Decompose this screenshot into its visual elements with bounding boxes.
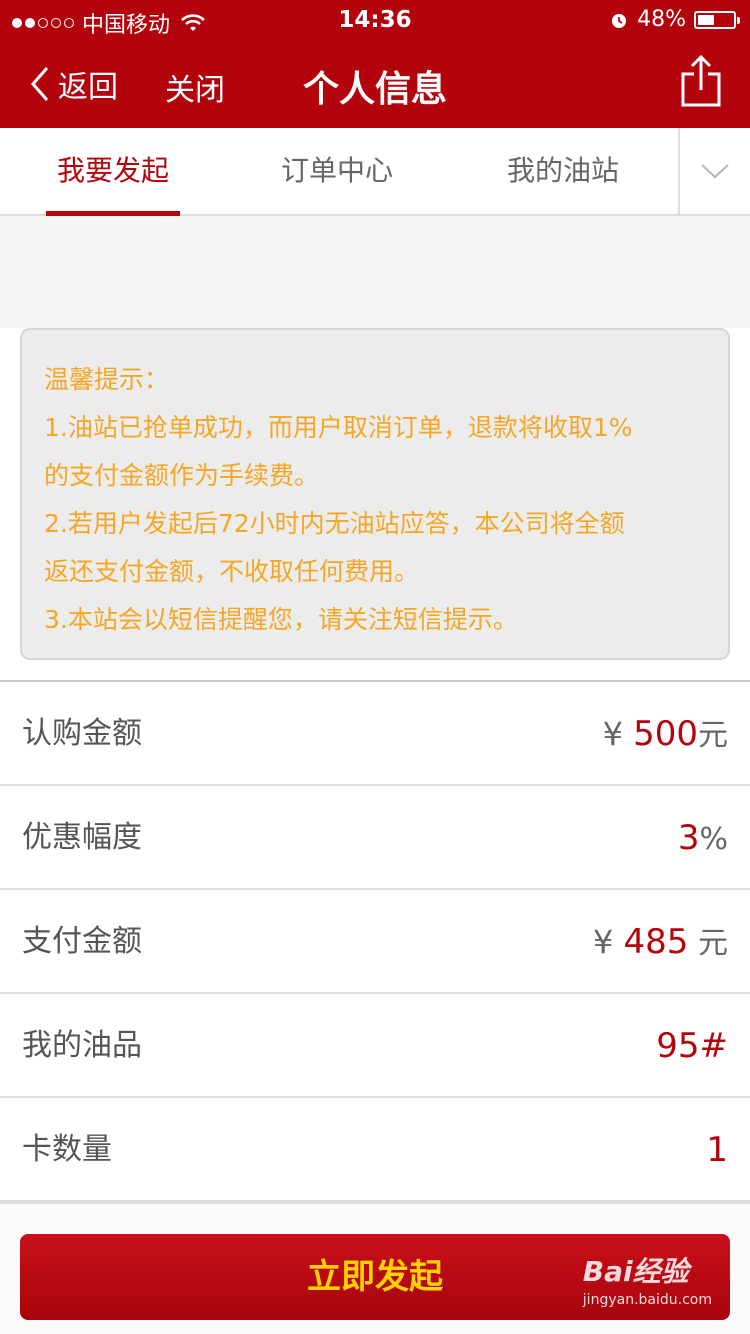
row-label: 优惠幅度: [22, 820, 142, 855]
row-card-quantity[interactable]: 卡数量 1: [0, 1098, 750, 1202]
row-label: 卡数量: [22, 1132, 112, 1167]
payment-number: 485: [623, 922, 689, 962]
row-oil-product[interactable]: 我的油品 95#: [0, 994, 750, 1098]
notice-line: 1.油站已抢单成功，而用户取消订单，退款将收取1%: [44, 413, 633, 442]
discount-unit: %: [699, 822, 728, 857]
close-button[interactable]: 关闭: [165, 65, 225, 109]
submit-button[interactable]: 立即发起: [20, 1234, 730, 1320]
chevron-left-icon: [31, 67, 49, 101]
tab-bar: 我要发起 订单中心 我的油站: [0, 128, 750, 216]
currency-symbol: ¥: [593, 923, 624, 961]
row-payment-amount: 支付金额 ¥ 485 元: [0, 890, 750, 994]
share-icon: [681, 54, 721, 107]
tab-order-center[interactable]: 订单中心: [270, 128, 404, 214]
notice-title: 温馨提示：: [44, 365, 170, 394]
row-label: 支付金额: [22, 924, 142, 959]
share-button[interactable]: [680, 54, 722, 112]
battery-percent: 48%: [637, 7, 686, 32]
tab-initiate[interactable]: 我要发起: [46, 128, 180, 216]
notice-box: 温馨提示： 1.油站已抢单成功，而用户取消订单，退款将收取1% 的支付金额作为手…: [20, 328, 730, 660]
amount-unit: 元: [698, 718, 728, 753]
card-count: 1: [706, 1130, 728, 1170]
alarm-icon: [612, 13, 627, 28]
amount-number: 500: [633, 714, 698, 754]
nav-bar: 返回 关闭 个人信息: [0, 40, 750, 128]
notice-line: 返还支付金额，不收取任何费用。: [44, 557, 420, 586]
row-discount: 优惠幅度 3%: [0, 786, 750, 890]
chevron-down-icon: [701, 164, 729, 179]
row-value: ¥ 500元: [603, 682, 728, 788]
oil-grade: 95#: [656, 1026, 728, 1066]
back-label: 返回: [58, 70, 118, 105]
row-value: 95#: [656, 994, 728, 1098]
back-button[interactable]: 返回: [30, 62, 118, 106]
row-value: 1: [706, 1098, 728, 1202]
payment-unit: 元: [688, 926, 728, 961]
notice-line: 2.若用户发起后72小时内无油站应答，本公司将全额: [44, 509, 625, 538]
battery-fill: [698, 14, 715, 25]
spacer-band: [0, 216, 750, 328]
tab-my-station[interactable]: 我的油站: [496, 128, 630, 214]
discount-number: 3: [677, 818, 700, 858]
app-header: 中国移动 14:36 48% 返回 关闭 个人信息: [0, 0, 750, 128]
tab-more-button[interactable]: [678, 128, 750, 214]
currency-symbol: ¥: [602, 715, 634, 753]
status-bar: 中国移动 14:36 48%: [0, 0, 750, 40]
row-label: 认购金额: [22, 716, 142, 751]
row-label: 我的油品: [22, 1028, 142, 1063]
battery-icon: [694, 10, 740, 29]
row-value: 3%: [678, 786, 728, 892]
row-subscribe-amount: 认购金额 ¥ 500元: [0, 682, 750, 786]
notice-line: 的支付金额作为手续费。: [44, 461, 320, 490]
order-detail-list: 认购金额 ¥ 500元 优惠幅度 3% 支付金额 ¥ 485 元 我的油品 95…: [0, 682, 750, 1202]
row-value: ¥ 485 元: [593, 890, 728, 996]
notice-line: 3.本站会以短信提醒您，请关注短信提示。: [44, 605, 518, 634]
